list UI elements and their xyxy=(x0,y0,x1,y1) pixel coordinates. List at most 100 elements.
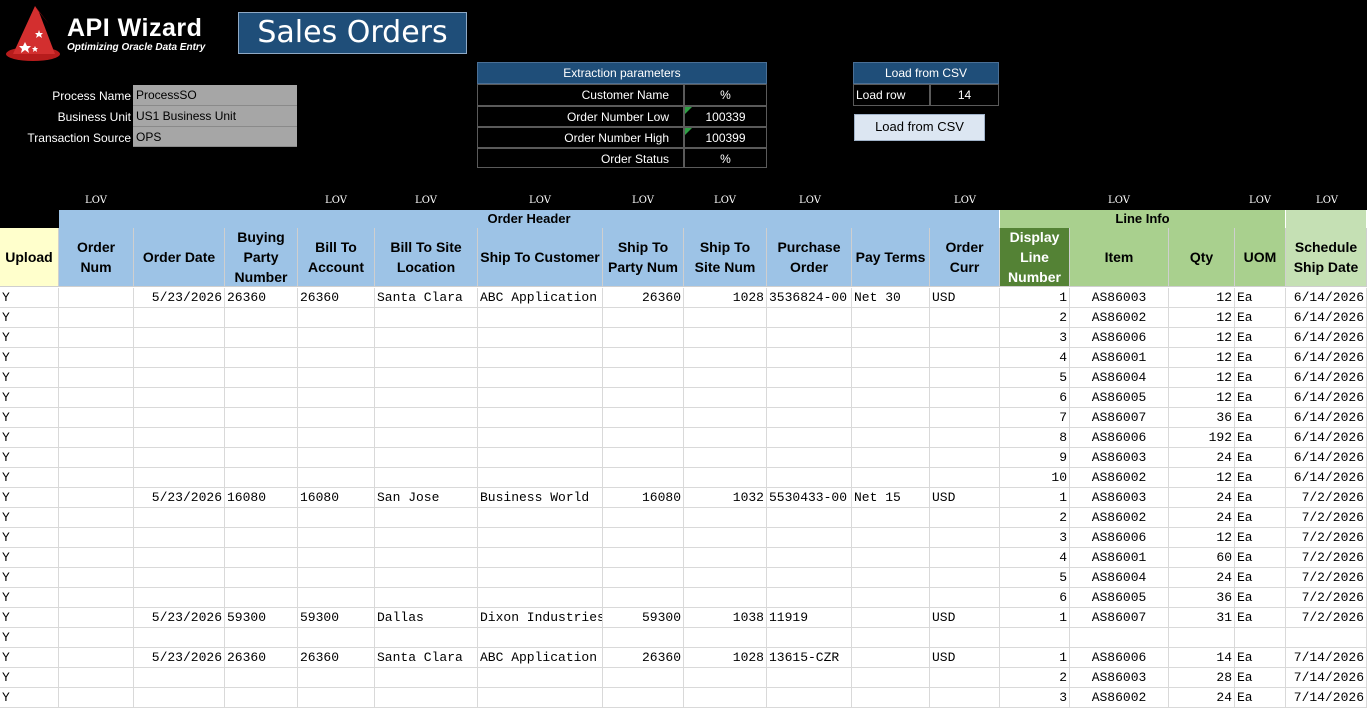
cell-upload[interactable]: Y xyxy=(0,608,59,627)
cell-buying-party[interactable]: 16080 xyxy=(225,488,298,507)
cell-qty[interactable]: 60 xyxy=(1169,548,1235,567)
cell-ship-to-party[interactable] xyxy=(603,368,684,387)
cell-purchase-order[interactable] xyxy=(767,688,852,707)
cell-purchase-order[interactable] xyxy=(767,388,852,407)
cell-buying-party[interactable] xyxy=(225,368,298,387)
cell-qty[interactable]: 31 xyxy=(1169,608,1235,627)
cell-upload[interactable]: Y xyxy=(0,468,59,487)
cell-purchase-order[interactable]: 13615-CZR xyxy=(767,648,852,667)
cell-purchase-order[interactable] xyxy=(767,308,852,327)
cell-display-line[interactable]: 2 xyxy=(1000,668,1070,687)
cell-ship-to-site[interactable] xyxy=(684,668,767,687)
cell-ship-to-customer[interactable] xyxy=(478,588,603,607)
cell-upload[interactable]: Y xyxy=(0,488,59,507)
cell-purchase-order[interactable]: 11919 xyxy=(767,608,852,627)
cell-order-curr[interactable] xyxy=(930,308,1000,327)
cell-order-date[interactable] xyxy=(134,368,225,387)
cell-qty[interactable]: 12 xyxy=(1169,308,1235,327)
cell-bill-to-site[interactable] xyxy=(375,368,478,387)
cell-item[interactable]: AS86002 xyxy=(1070,468,1169,487)
col-header-item[interactable]: Item xyxy=(1070,228,1169,287)
cell-ship-to-site[interactable] xyxy=(684,568,767,587)
cell-purchase-order[interactable] xyxy=(767,408,852,427)
cell-ship-to-party[interactable] xyxy=(603,508,684,527)
col-header-display-line[interactable]: Display Line Number xyxy=(1000,228,1070,287)
cell-display-line[interactable]: 3 xyxy=(1000,328,1070,347)
cell-order-num[interactable] xyxy=(59,568,134,587)
cell-ship-to-site[interactable] xyxy=(684,448,767,467)
cell-ship-to-party[interactable] xyxy=(603,528,684,547)
col-header-uom[interactable]: UOM xyxy=(1235,228,1286,287)
col-header-schedule-ship[interactable]: Schedule Ship Date xyxy=(1286,228,1367,287)
cell-order-date[interactable] xyxy=(134,528,225,547)
cell-order-num[interactable] xyxy=(59,668,134,687)
cell-bill-to-account[interactable] xyxy=(298,408,375,427)
cell-order-num[interactable] xyxy=(59,648,134,667)
order-number-high-field[interactable]: 100399 xyxy=(684,127,767,148)
cell-uom[interactable]: Ea xyxy=(1235,668,1286,687)
cell-pay-terms[interactable] xyxy=(852,308,930,327)
cell-upload[interactable]: Y xyxy=(0,688,59,707)
cell-buying-party[interactable]: 26360 xyxy=(225,648,298,667)
col-header-upload[interactable]: Upload xyxy=(0,228,59,287)
cell-order-curr[interactable] xyxy=(930,628,1000,647)
cell-bill-to-site[interactable] xyxy=(375,588,478,607)
cell-schedule-ship[interactable]: 7/2/2026 xyxy=(1286,488,1367,507)
cell-schedule-ship[interactable]: 6/14/2026 xyxy=(1286,288,1367,307)
cell-bill-to-account[interactable] xyxy=(298,508,375,527)
customer-name-field[interactable]: % xyxy=(684,84,767,106)
cell-order-num[interactable] xyxy=(59,368,134,387)
cell-order-date[interactable] xyxy=(134,588,225,607)
cell-display-line[interactable]: 2 xyxy=(1000,308,1070,327)
cell-order-curr[interactable] xyxy=(930,548,1000,567)
cell-ship-to-customer[interactable] xyxy=(478,468,603,487)
cell-bill-to-account[interactable]: 26360 xyxy=(298,288,375,307)
cell-bill-to-site[interactable] xyxy=(375,628,478,647)
cell-uom[interactable]: Ea xyxy=(1235,328,1286,347)
cell-item[interactable]: AS86003 xyxy=(1070,488,1169,507)
cell-purchase-order[interactable] xyxy=(767,468,852,487)
cell-qty[interactable]: 12 xyxy=(1169,368,1235,387)
business-unit-field[interactable]: US1 Business Unit xyxy=(133,106,297,127)
cell-order-num[interactable] xyxy=(59,328,134,347)
cell-order-date[interactable] xyxy=(134,428,225,447)
cell-order-date[interactable] xyxy=(134,548,225,567)
col-header-pay-terms[interactable]: Pay Terms xyxy=(852,228,930,287)
cell-pay-terms[interactable]: Net 15 xyxy=(852,488,930,507)
cell-upload[interactable]: Y xyxy=(0,368,59,387)
cell-pay-terms[interactable] xyxy=(852,608,930,627)
cell-ship-to-party[interactable]: 26360 xyxy=(603,648,684,667)
cell-upload[interactable]: Y xyxy=(0,668,59,687)
cell-ship-to-customer[interactable]: Dixon Industries xyxy=(478,608,603,627)
cell-order-date[interactable] xyxy=(134,468,225,487)
cell-purchase-order[interactable] xyxy=(767,668,852,687)
cell-item[interactable]: AS86006 xyxy=(1070,328,1169,347)
cell-uom[interactable]: Ea xyxy=(1235,348,1286,367)
cell-purchase-order[interactable]: 5530433-00 xyxy=(767,488,852,507)
cell-ship-to-customer[interactable] xyxy=(478,348,603,367)
cell-schedule-ship[interactable]: 6/14/2026 xyxy=(1286,368,1367,387)
cell-bill-to-account[interactable] xyxy=(298,668,375,687)
cell-ship-to-customer[interactable] xyxy=(478,628,603,647)
cell-upload[interactable]: Y xyxy=(0,648,59,667)
cell-ship-to-party[interactable] xyxy=(603,328,684,347)
cell-pay-terms[interactable] xyxy=(852,428,930,447)
lov-marker[interactable]: LOV xyxy=(1089,195,1149,206)
cell-schedule-ship[interactable]: 6/14/2026 xyxy=(1286,428,1367,447)
order-number-low-field[interactable]: 100339 xyxy=(684,106,767,127)
cell-order-num[interactable] xyxy=(59,288,134,307)
cell-schedule-ship[interactable]: 7/14/2026 xyxy=(1286,668,1367,687)
cell-display-line[interactable]: 3 xyxy=(1000,688,1070,707)
cell-ship-to-site[interactable]: 1028 xyxy=(684,288,767,307)
cell-order-num[interactable] xyxy=(59,348,134,367)
cell-item[interactable]: AS86004 xyxy=(1070,568,1169,587)
cell-pay-terms[interactable] xyxy=(852,468,930,487)
cell-ship-to-party[interactable] xyxy=(603,308,684,327)
cell-ship-to-customer[interactable] xyxy=(478,548,603,567)
cell-schedule-ship[interactable]: 7/2/2026 xyxy=(1286,528,1367,547)
cell-uom[interactable]: Ea xyxy=(1235,488,1286,507)
cell-schedule-ship[interactable]: 6/14/2026 xyxy=(1286,388,1367,407)
cell-pay-terms[interactable] xyxy=(852,368,930,387)
cell-qty[interactable]: 12 xyxy=(1169,288,1235,307)
cell-display-line[interactable]: 4 xyxy=(1000,548,1070,567)
